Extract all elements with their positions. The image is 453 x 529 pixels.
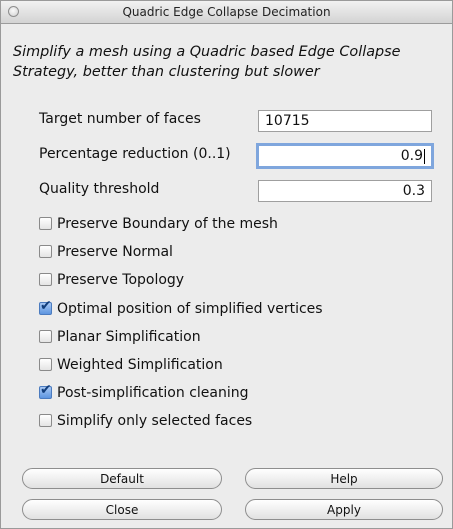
close-button[interactable]: Close bbox=[22, 499, 222, 520]
option-planar-simplification[interactable]: Planar Simplification bbox=[39, 328, 201, 346]
window-title: Quadric Edge Collapse Decimation bbox=[122, 5, 331, 19]
title-bar[interactable]: Quadric Edge Collapse Decimation bbox=[1, 1, 452, 24]
checkbox-icon[interactable] bbox=[39, 273, 52, 286]
option-label: Simplify only selected faces bbox=[57, 413, 253, 429]
option-label: Planar Simplification bbox=[57, 329, 201, 345]
help-button[interactable]: Help bbox=[245, 468, 443, 489]
checkbox-icon[interactable] bbox=[39, 330, 52, 343]
default-button[interactable]: Default bbox=[22, 468, 222, 489]
option-label: Preserve Boundary of the mesh bbox=[57, 216, 278, 232]
dialog-window: Quadric Edge Collapse Decimation Simplif… bbox=[0, 0, 453, 529]
filter-description: Simplify a mesh using a Quadric based Ed… bbox=[13, 44, 401, 80]
checkbox-icon[interactable] bbox=[39, 414, 52, 427]
apply-button[interactable]: Apply bbox=[245, 499, 443, 520]
quality-threshold-input[interactable]: 0.3 bbox=[258, 180, 432, 202]
option-label: Weighted Simplification bbox=[57, 357, 223, 373]
option-preserve-topology[interactable]: Preserve Topology bbox=[39, 271, 184, 289]
percentage-reduction-value: 0.9 bbox=[400, 148, 423, 164]
checkbox-icon[interactable] bbox=[39, 245, 52, 258]
checkbox-icon[interactable] bbox=[39, 358, 52, 371]
option-optimal-position[interactable]: ✔ Optimal position of simplified vertices bbox=[39, 298, 323, 318]
percentage-reduction-label: Percentage reduction (0..1) bbox=[39, 146, 231, 162]
checkmark-icon: ✔ bbox=[40, 382, 52, 398]
option-label: Preserve Normal bbox=[57, 244, 173, 260]
target-faces-input[interactable]: 10715 bbox=[258, 110, 432, 132]
option-label: Post-simplification cleaning bbox=[57, 385, 249, 401]
percentage-reduction-input[interactable]: 0.9 bbox=[256, 143, 434, 169]
option-simplify-selected-faces[interactable]: Simplify only selected faces bbox=[39, 412, 252, 430]
checkbox-checked-icon[interactable]: ✔ bbox=[39, 382, 52, 399]
target-faces-label: Target number of faces bbox=[39, 111, 201, 127]
checkbox-checked-icon[interactable]: ✔ bbox=[39, 298, 52, 315]
checkbox-icon[interactable] bbox=[39, 217, 52, 230]
option-post-simplification-cleaning[interactable]: ✔ Post-simplification cleaning bbox=[39, 382, 249, 402]
checkmark-icon: ✔ bbox=[40, 298, 52, 314]
quality-threshold-label: Quality threshold bbox=[39, 181, 160, 197]
option-preserve-normal[interactable]: Preserve Normal bbox=[39, 243, 173, 261]
option-weighted-simplification[interactable]: Weighted Simplification bbox=[39, 356, 223, 374]
text-caret bbox=[424, 148, 425, 164]
option-label: Preserve Topology bbox=[57, 272, 185, 288]
option-label: Optimal position of simplified vertices bbox=[57, 301, 323, 317]
option-preserve-boundary[interactable]: Preserve Boundary of the mesh bbox=[39, 215, 278, 233]
